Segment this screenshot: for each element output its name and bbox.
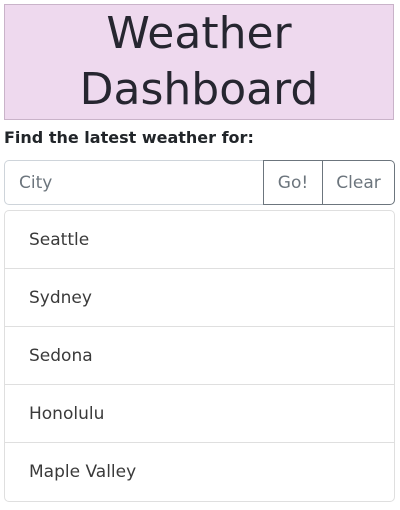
search-group: Go! Clear bbox=[4, 160, 395, 205]
clear-button[interactable]: Clear bbox=[323, 160, 395, 205]
go-button[interactable]: Go! bbox=[263, 160, 323, 205]
search-prompt-label: Find the latest weather for: bbox=[4, 128, 254, 147]
city-list-item-honolulu[interactable]: Honolulu bbox=[5, 385, 394, 443]
city-list-item-sedona[interactable]: Sedona bbox=[5, 327, 394, 385]
city-list-item-seattle[interactable]: Seattle bbox=[5, 211, 394, 269]
city-history-list: Seattle Sydney Sedona Honolulu Maple Val… bbox=[4, 210, 395, 502]
city-list-item-maple-valley[interactable]: Maple Valley bbox=[5, 443, 394, 501]
city-list-item-sydney[interactable]: Sydney bbox=[5, 269, 394, 327]
page-header: Weather Dashboard bbox=[4, 4, 394, 120]
city-search-input[interactable] bbox=[4, 160, 263, 205]
page-title: Weather Dashboard bbox=[79, 8, 319, 115]
